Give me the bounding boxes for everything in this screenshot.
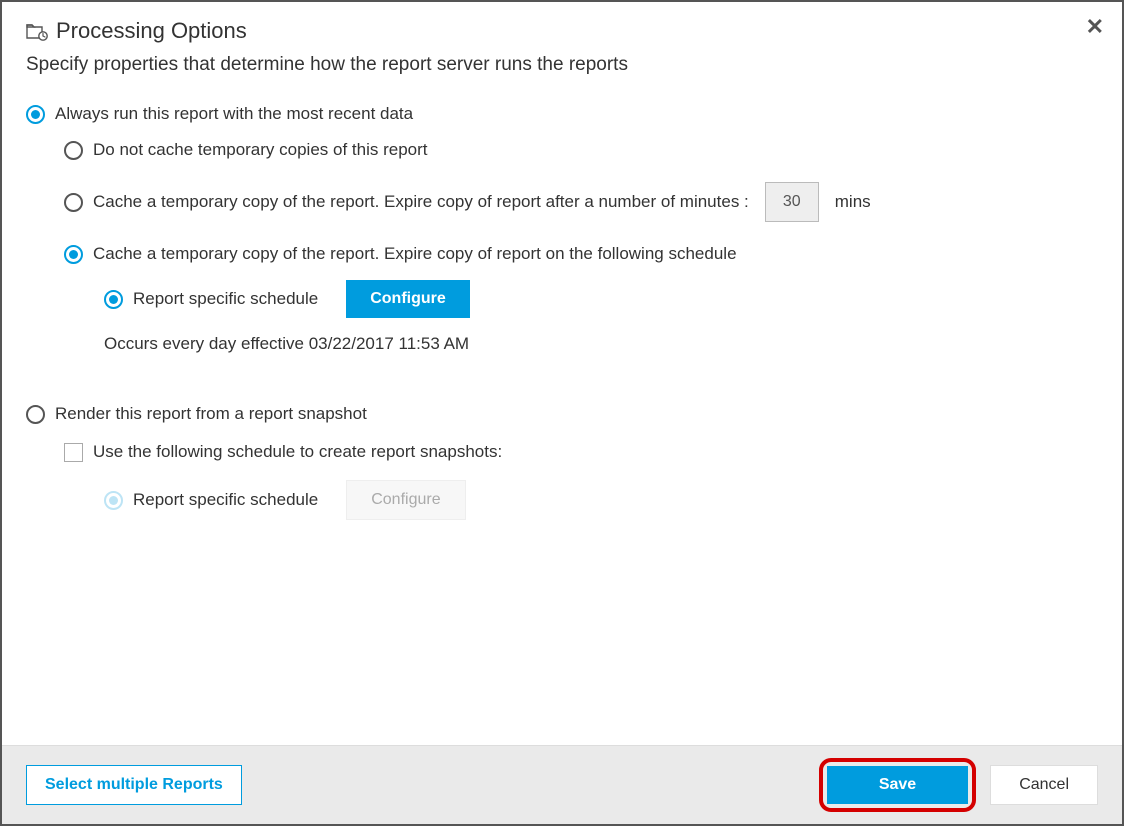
label-cache-minutes: Cache a temporary copy of the report. Ex… (93, 192, 749, 212)
label-use-schedule: Use the following schedule to create rep… (93, 442, 502, 462)
option-no-cache: Do not cache temporary copies of this re… (64, 140, 1098, 160)
close-icon[interactable]: ✕ (1086, 14, 1104, 40)
footer-actions: Save Cancel (819, 758, 1098, 812)
processing-options-icon (26, 21, 48, 41)
checkbox-use-schedule[interactable] (64, 443, 83, 462)
option-report-specific-snapshot: Report specific schedule Configure (104, 480, 1098, 520)
schedule-description: Occurs every day effective 03/22/2017 11… (104, 334, 1098, 354)
radio-cache-minutes[interactable] (64, 193, 83, 212)
label-cache-schedule: Cache a temporary copy of the report. Ex… (93, 244, 737, 264)
select-multiple-reports-button[interactable]: Select multiple Reports (26, 765, 242, 805)
configure-snapshot-button: Configure (346, 480, 465, 520)
label-report-specific: Report specific schedule (133, 289, 318, 309)
label-report-specific-snapshot: Report specific schedule (133, 490, 318, 510)
dialog-subtitle: Specify properties that determine how th… (26, 54, 1098, 76)
radio-report-specific[interactable] (104, 290, 123, 309)
label-run-recent: Always run this report with the most rec… (55, 104, 413, 124)
radio-no-cache[interactable] (64, 141, 83, 160)
dialog-content: Processing Options Specify properties th… (2, 2, 1122, 745)
option-render-snapshot: Render this report from a report snapsho… (26, 404, 1098, 424)
dialog-header: Processing Options (26, 18, 1098, 44)
option-report-specific: Report specific schedule Configure (104, 280, 1098, 318)
radio-render-snapshot[interactable] (26, 405, 45, 424)
dialog-title: Processing Options (56, 18, 247, 44)
option-cache-schedule: Cache a temporary copy of the report. Ex… (64, 244, 1098, 264)
label-mins-unit: mins (835, 192, 871, 212)
option-cache-minutes: Cache a temporary copy of the report. Ex… (64, 182, 1098, 222)
save-highlight: Save (819, 758, 976, 812)
label-no-cache: Do not cache temporary copies of this re… (93, 140, 428, 160)
radio-report-specific-snapshot (104, 491, 123, 510)
option-run-recent: Always run this report with the most rec… (26, 104, 1098, 124)
save-button[interactable]: Save (827, 766, 968, 804)
configure-button[interactable]: Configure (346, 280, 470, 318)
dialog-footer: Select multiple Reports Save Cancel (2, 745, 1122, 824)
processing-options-dialog: ✕ Processing Options Specify properties … (0, 0, 1124, 826)
input-cache-minutes[interactable] (765, 182, 819, 222)
radio-run-recent[interactable] (26, 105, 45, 124)
radio-cache-schedule[interactable] (64, 245, 83, 264)
option-use-schedule-snapshot: Use the following schedule to create rep… (64, 442, 1098, 462)
cancel-button[interactable]: Cancel (990, 765, 1098, 805)
label-render-snapshot: Render this report from a report snapsho… (55, 404, 367, 424)
